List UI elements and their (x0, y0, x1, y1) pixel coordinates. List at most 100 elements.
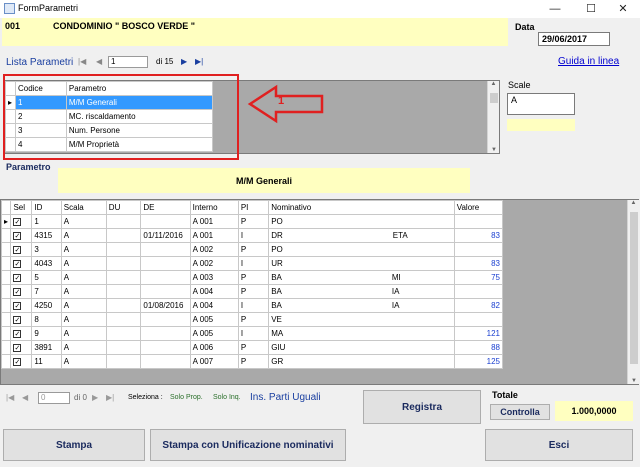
pi-cell: I (237, 256, 270, 271)
scala-cell: A (60, 312, 107, 327)
table-row[interactable]: ✓ 4315 A 01/11/2016 A 001 I DR ETA 83 (0, 228, 504, 243)
interno-cell: A 007 (189, 354, 239, 369)
select-checkbox[interactable]: ✓ (13, 316, 22, 324)
scale-label: Scale (508, 80, 531, 90)
esci-button[interactable]: Esci (485, 429, 633, 461)
de-cell (140, 354, 191, 369)
col-du[interactable]: DU (105, 200, 142, 215)
sel-cell: ✓ (10, 354, 33, 369)
seleziona-label: Seleziona : (128, 394, 163, 401)
condominio-code: 001 (2, 18, 48, 46)
prev-page-icon[interactable]: ◀ (96, 57, 102, 66)
select-checkbox[interactable]: ✓ (13, 330, 22, 338)
id-cell: 8 (31, 312, 62, 327)
registra-button[interactable]: Registra (363, 390, 481, 424)
parametro-label: Parametro (6, 162, 51, 172)
id-cell: 1 (31, 214, 62, 229)
col-nominativo[interactable]: Nominativo (268, 200, 455, 215)
select-checkbox[interactable]: ✓ (13, 246, 22, 254)
col-scala[interactable]: Scala (60, 200, 107, 215)
select-checkbox[interactable]: ✓ (13, 288, 22, 296)
stampa-unificazione-button[interactable]: Stampa con Unificazione nominativi (150, 429, 346, 461)
nominativi-scrollbar[interactable]: ▲ ▼ (627, 200, 639, 384)
sel-cell: ✓ (10, 256, 33, 271)
bottom-page-input[interactable]: 0 (38, 392, 70, 404)
params-scrollbar[interactable]: ▲ ▼ (487, 81, 499, 153)
select-checkbox[interactable]: ✓ (13, 232, 22, 240)
select-checkbox[interactable]: ✓ (13, 274, 22, 282)
table-row[interactable]: ✓ 11 A A 007 P GR 125 (0, 354, 504, 369)
table-row[interactable]: ✓ 4250 A 01/08/2016 A 004 I BA IA 82 (0, 298, 504, 313)
bottom-prev-icon[interactable]: ◀ (22, 393, 28, 402)
du-cell (105, 340, 142, 355)
annotation-arrow-icon (247, 84, 324, 124)
pi-cell: I (237, 326, 270, 341)
id-cell: 11 (31, 354, 62, 369)
col-sel[interactable]: Sel (10, 200, 33, 215)
select-checkbox[interactable]: ✓ (13, 302, 22, 310)
nominativo-prefix: PO (271, 217, 283, 226)
scale-list[interactable]: A (507, 93, 575, 115)
close-button[interactable]: ✕ (606, 0, 640, 18)
nominativo-cell: BA MI (268, 270, 455, 285)
select-checkbox[interactable]: ✓ (13, 358, 22, 366)
de-cell (140, 270, 191, 285)
table-row[interactable]: ✓ 7 A A 004 P BA IA (0, 284, 504, 299)
nominativo-prefix: UR (271, 259, 283, 268)
table-row[interactable]: ✓ 9 A A 005 I MA 121 (0, 326, 504, 341)
nominativo-suffix: ETA (392, 231, 408, 240)
row-header (0, 228, 12, 243)
nominativo-prefix: BA (271, 287, 282, 296)
de-cell (140, 312, 191, 327)
last-page-icon[interactable]: ▶| (195, 57, 203, 66)
guida-link[interactable]: Guida in linea (558, 56, 619, 67)
col-interno[interactable]: Interno (189, 200, 239, 215)
parametro-value: M/M Generali (58, 168, 470, 193)
interno-cell: A 002 (189, 242, 239, 257)
table-row[interactable]: ▸ ✓ 1 A A 001 P PO (0, 214, 504, 229)
table-row[interactable]: ✓ 3 A A 002 P PO (0, 242, 504, 257)
bottom-next-icon[interactable]: ▶ (92, 393, 98, 402)
window-title: FormParametri (18, 3, 79, 13)
row-header (0, 242, 12, 257)
controlla-button[interactable]: Controlla (490, 404, 550, 420)
minimize-button[interactable]: — (538, 0, 572, 18)
ins-parti-uguali-button[interactable]: Ins. Parti Uguali (250, 392, 321, 403)
du-cell (105, 284, 142, 299)
solo-inq-button[interactable]: Solo Inq. (213, 394, 241, 401)
select-checkbox[interactable]: ✓ (13, 344, 22, 352)
table-row[interactable]: ✓ 8 A A 005 P VE (0, 312, 504, 327)
date-field[interactable]: 29/06/2017 (538, 32, 610, 46)
select-checkbox[interactable]: ✓ (13, 260, 22, 268)
solo-prop-button[interactable]: Solo Prop. (170, 394, 203, 401)
scala-cell: A (60, 256, 107, 271)
pi-cell: P (237, 284, 270, 299)
du-cell (105, 228, 142, 243)
col-pi[interactable]: PI (237, 200, 270, 215)
stampa-button[interactable]: Stampa (3, 429, 145, 461)
de-cell (140, 242, 191, 257)
id-cell: 9 (31, 326, 62, 341)
interno-cell: A 001 (189, 214, 239, 229)
date-label: Data (515, 22, 535, 32)
valore-cell (453, 242, 504, 257)
col-de[interactable]: DE (140, 200, 191, 215)
maximize-button[interactable]: ☐ (574, 0, 608, 18)
col-id[interactable]: ID (31, 200, 62, 215)
table-row[interactable]: ✓ 3891 A A 006 P GIU 88 (0, 340, 504, 355)
sel-cell: ✓ (10, 214, 33, 229)
interno-cell: A 004 (189, 298, 239, 313)
nominativo-cell: UR (268, 256, 455, 271)
bottom-last-icon[interactable]: ▶| (106, 393, 114, 402)
totale-label: Totale (492, 390, 518, 400)
bottom-first-icon[interactable]: |◀ (6, 393, 14, 402)
sel-cell: ✓ (10, 284, 33, 299)
table-row[interactable]: ✓ 4043 A A 002 I UR 83 (0, 256, 504, 271)
pi-cell: P (237, 214, 270, 229)
first-page-icon[interactable]: |◀ (78, 57, 86, 66)
col-valore[interactable]: Valore (453, 200, 504, 215)
page-input[interactable]: 1 (108, 56, 148, 68)
next-page-icon[interactable]: ▶ (181, 57, 187, 66)
table-row[interactable]: ✓ 5 A A 003 P BA MI 75 (0, 270, 504, 285)
select-checkbox[interactable]: ✓ (13, 218, 22, 226)
